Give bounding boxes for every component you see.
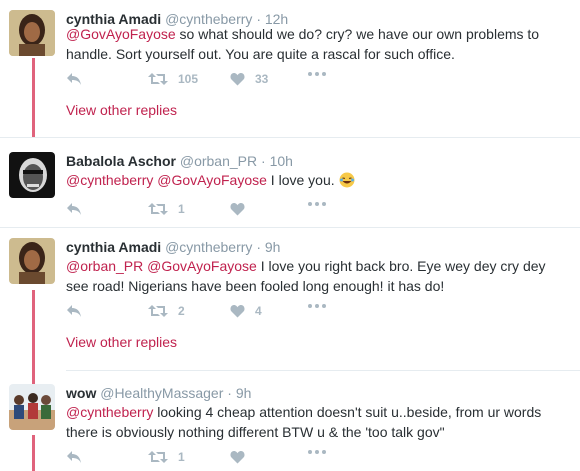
reply-icon bbox=[67, 203, 81, 215]
retweet-button[interactable]: 105 bbox=[148, 72, 198, 86]
mention-link[interactable]: @GovAyoFayose bbox=[66, 26, 176, 42]
more-icon bbox=[308, 202, 326, 206]
tweet-text: @cyntheberry @GovAyoFayose I love you. bbox=[66, 170, 566, 193]
like-icon bbox=[230, 73, 245, 86]
like-icon bbox=[230, 305, 245, 318]
avatar[interactable] bbox=[9, 384, 55, 430]
tweet-time[interactable]: · 9h bbox=[227, 385, 251, 401]
user-handle[interactable]: @orban_PR bbox=[180, 153, 257, 169]
retweet-count: 1 bbox=[178, 450, 185, 464]
retweet-icon bbox=[148, 203, 168, 215]
more-button[interactable] bbox=[308, 450, 326, 454]
mention-link[interactable]: @cyntheberry bbox=[66, 172, 153, 188]
like-icon bbox=[230, 203, 245, 216]
more-icon bbox=[308, 450, 326, 454]
reply-icon bbox=[67, 73, 81, 85]
divider bbox=[0, 137, 580, 138]
avatar[interactable] bbox=[9, 10, 55, 56]
mention-link[interactable]: @cyntheberry bbox=[66, 404, 153, 420]
mention-link[interactable]: @orban_PR bbox=[66, 258, 143, 274]
tweet-3[interactable]: cynthia Amadi @cyntheberry · 9h @orban_P… bbox=[0, 238, 580, 358]
like-button[interactable]: 33 bbox=[230, 72, 268, 86]
reply-icon bbox=[67, 305, 81, 317]
like-icon bbox=[230, 451, 245, 464]
retweet-button[interactable]: 1 bbox=[148, 202, 185, 216]
laughing-emoji-icon bbox=[339, 172, 355, 193]
tweet-text: @cyntheberry looking 4 cheap attention d… bbox=[66, 404, 542, 440]
divider bbox=[66, 370, 580, 371]
reply-icon bbox=[67, 451, 81, 463]
tweet-text: @GovAyoFayose so what should we do? cry?… bbox=[66, 26, 540, 62]
like-button[interactable] bbox=[230, 202, 245, 216]
more-button[interactable] bbox=[308, 304, 326, 308]
view-other-replies-link[interactable]: View other replies bbox=[66, 334, 177, 350]
retweet-button[interactable]: 1 bbox=[148, 450, 185, 464]
tweet-text: @orban_PR @GovAyoFayose I love you right… bbox=[66, 258, 546, 294]
retweet-icon bbox=[148, 73, 168, 85]
more-icon bbox=[308, 304, 326, 308]
retweet-count: 2 bbox=[178, 304, 185, 318]
more-icon bbox=[308, 72, 326, 76]
mention-link[interactable]: @GovAyoFayose bbox=[157, 172, 267, 188]
tweet-time[interactable]: · 10h bbox=[261, 153, 293, 169]
tweet-header: Babalola Aschor @orban_PR · 10h bbox=[66, 152, 293, 170]
user-name[interactable]: Babalola Aschor bbox=[66, 153, 176, 169]
divider bbox=[0, 227, 580, 228]
tweet-time[interactable]: · 9h bbox=[256, 239, 280, 255]
tweet-header: cynthia Amadi @cyntheberry · 9h bbox=[66, 238, 280, 256]
user-name[interactable]: wow bbox=[66, 385, 96, 401]
retweet-icon bbox=[148, 451, 168, 463]
view-other-replies-link[interactable]: View other replies bbox=[66, 102, 177, 118]
user-handle[interactable]: @cyntheberry bbox=[165, 239, 252, 255]
tweet-1[interactable]: cynthia Amadi @cyntheberry · 12h @GovAyo… bbox=[0, 10, 580, 130]
reply-button[interactable] bbox=[66, 450, 82, 464]
more-button[interactable] bbox=[308, 202, 326, 206]
like-count: 4 bbox=[255, 304, 262, 318]
retweet-count: 1 bbox=[178, 202, 185, 216]
user-name[interactable]: cynthia Amadi bbox=[66, 239, 161, 255]
reply-button[interactable] bbox=[66, 202, 82, 216]
avatar[interactable] bbox=[9, 152, 55, 198]
tweet-header: wow @HealthyMassager · 9h bbox=[66, 384, 251, 402]
tweet-4[interactable]: wow @HealthyMassager · 9h @cyntheberry l… bbox=[0, 384, 580, 471]
like-count: 33 bbox=[255, 72, 269, 86]
reply-button[interactable] bbox=[66, 72, 82, 86]
retweet-icon bbox=[148, 305, 168, 317]
retweet-count: 105 bbox=[178, 72, 199, 86]
avatar[interactable] bbox=[9, 238, 55, 284]
retweet-button[interactable]: 2 bbox=[148, 304, 185, 318]
mention-link[interactable]: @GovAyoFayose bbox=[147, 258, 257, 274]
more-button[interactable] bbox=[308, 72, 326, 76]
tweet-2[interactable]: Babalola Aschor @orban_PR · 10h @cyntheb… bbox=[0, 152, 580, 222]
user-handle[interactable]: @HealthyMassager bbox=[100, 385, 223, 401]
reply-button[interactable] bbox=[66, 304, 82, 318]
like-button[interactable]: 4 bbox=[230, 304, 262, 318]
like-button[interactable] bbox=[230, 450, 245, 464]
